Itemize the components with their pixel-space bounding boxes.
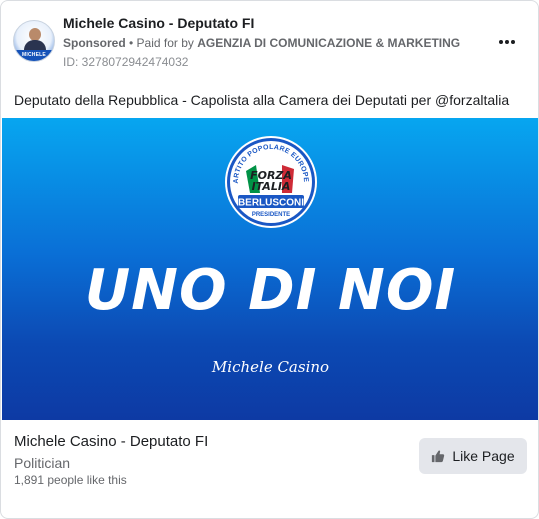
post-caption: Deputato della Repubblica - Capolista al… <box>14 92 510 108</box>
logo-word-berlusconi: BERLUSCONI <box>238 198 304 209</box>
sponsored-line: Sponsored • Paid for by AGENZIA DI COMUN… <box>63 36 460 50</box>
forza-italia-logo: PARTITO POPOLARE EUROPEO FORZA ITALIA BE… <box>224 135 317 228</box>
avatar-band-text: MICHELE CASINO <box>14 50 54 61</box>
thumbs-up-icon <box>432 450 445 463</box>
creative-signature: Michele Casino <box>211 358 330 376</box>
logo-word-presidente: PRESIDENTE <box>252 212 290 218</box>
like-page-label: Like Page <box>452 448 515 464</box>
meta-separator: • <box>125 36 137 50</box>
creative-headline: UNO DI NOI <box>84 258 457 323</box>
more-options-icon[interactable] <box>495 33 519 51</box>
footer-page-name[interactable]: Michele Casino - Deputato FI <box>14 433 208 450</box>
logo-word-italia: ITALIA <box>252 180 291 193</box>
ad-id: ID: 3278072942474032 <box>63 55 189 69</box>
sponsored-label: Sponsored <box>63 36 126 50</box>
page-avatar[interactable]: MICHELE CASINO <box>13 20 55 62</box>
footer-category: Politician <box>14 455 71 471</box>
page-name-link[interactable]: Michele Casino - Deputato FI <box>63 15 254 31</box>
payer-name: AGENZIA DI COMUNICAZIONE & MARKETING <box>197 36 461 50</box>
ad-card: MICHELE CASINO Michele Casino - Deputato… <box>0 0 539 519</box>
footer-like-count: 1,891 people like this <box>14 473 127 487</box>
paid-for-prefix: Paid for by <box>136 36 198 50</box>
ad-creative-image[interactable]: PARTITO POPOLARE EUROPEO FORZA ITALIA BE… <box>2 118 538 420</box>
like-page-button[interactable]: Like Page <box>419 438 527 474</box>
ad-header: MICHELE CASINO Michele Casino - Deputato… <box>1 1 538 81</box>
